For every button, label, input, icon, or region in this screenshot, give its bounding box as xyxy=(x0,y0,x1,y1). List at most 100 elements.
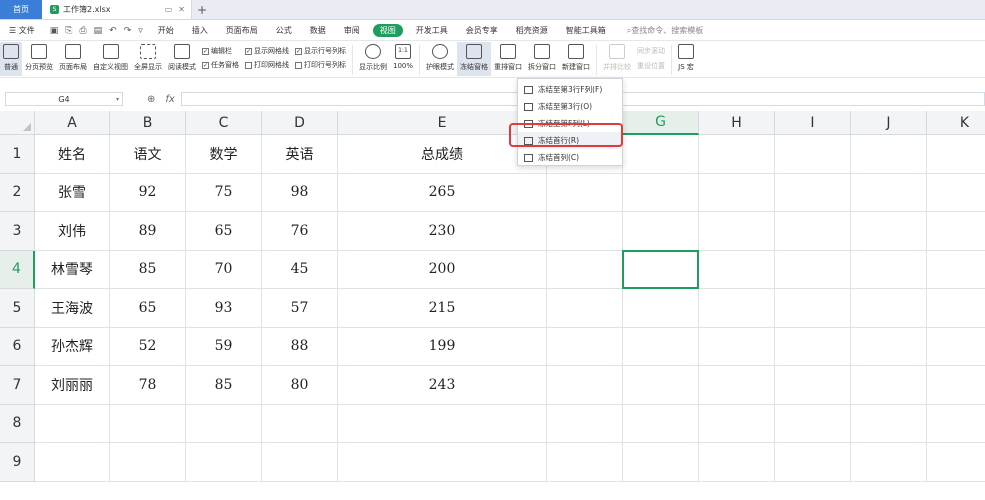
monitor-icon[interactable]: ▭ xyxy=(165,5,173,14)
row-header-6[interactable]: 6 xyxy=(0,327,35,366)
column-header-j[interactable]: J xyxy=(851,111,927,135)
save-icon[interactable]: ▣ xyxy=(50,26,59,36)
cell-k1[interactable] xyxy=(927,135,985,174)
cell-j6[interactable] xyxy=(851,327,927,366)
cell-d1[interactable]: 英语 xyxy=(262,135,338,174)
cell-j5[interactable] xyxy=(851,289,927,328)
cell-g8[interactable] xyxy=(623,404,699,443)
rearrange-windows-button[interactable]: 重排窗口 xyxy=(491,42,525,76)
zoom-button[interactable]: 显示比例 xyxy=(356,42,390,76)
cell-d2[interactable]: 98 xyxy=(262,173,338,212)
cell-f2[interactable] xyxy=(547,173,623,212)
page-layout-button[interactable]: 页面布局 xyxy=(56,42,90,76)
cell-b2[interactable]: 92 xyxy=(110,173,186,212)
tab-page-layout[interactable]: 页面布局 xyxy=(217,25,267,36)
cell-a6[interactable]: 孙杰辉 xyxy=(35,327,110,366)
cell-j7[interactable] xyxy=(851,366,927,405)
fx-icon[interactable]: fx xyxy=(165,94,174,105)
cell-b9[interactable] xyxy=(110,443,186,482)
column-header-g[interactable]: G xyxy=(623,111,699,135)
cell-j9[interactable] xyxy=(851,443,927,482)
cell-c9[interactable] xyxy=(186,443,262,482)
cell-d8[interactable] xyxy=(262,404,338,443)
cell-c7[interactable]: 85 xyxy=(186,366,262,405)
file-menu[interactable]: ☰ 文件 xyxy=(0,25,44,36)
export-icon[interactable]: ⎘ xyxy=(65,26,72,36)
cell-e8[interactable] xyxy=(338,404,547,443)
cell-h2[interactable] xyxy=(699,173,775,212)
column-header-i[interactable]: I xyxy=(775,111,851,135)
tab-start[interactable]: 开始 xyxy=(149,25,183,36)
row-header-2[interactable]: 2 xyxy=(0,173,35,212)
normal-view-button[interactable]: 普通 xyxy=(0,42,22,76)
cell-e4[interactable]: 200 xyxy=(338,250,547,289)
row-header-1[interactable]: 1 xyxy=(0,135,35,174)
cell-a5[interactable]: 王海波 xyxy=(35,289,110,328)
js-macro-button[interactable]: JS 宏 xyxy=(675,42,697,76)
check-show-gridlines[interactable]: ✓ 显示网格线 xyxy=(245,46,289,56)
cell-i7[interactable] xyxy=(775,366,851,405)
cell-a4[interactable]: 林雪琴 xyxy=(35,250,110,289)
new-window-button[interactable]: 新建窗口 xyxy=(559,42,593,76)
column-header-h[interactable]: H xyxy=(699,111,775,135)
cell-b4[interactable]: 85 xyxy=(110,250,186,289)
cell-g3[interactable] xyxy=(623,212,699,251)
column-header-k[interactable]: K xyxy=(927,111,985,135)
cell-e5[interactable]: 215 xyxy=(338,289,547,328)
sync-scroll-button[interactable]: 同步滚动 xyxy=(637,46,665,56)
column-header-c[interactable]: C xyxy=(186,111,262,135)
freeze-row3-item[interactable]: 冻结至第3行(O) xyxy=(518,98,622,115)
cell-c1[interactable]: 数学 xyxy=(186,135,262,174)
cell-i1[interactable] xyxy=(775,135,851,174)
cell-f8[interactable] xyxy=(547,404,623,443)
cell-e9[interactable] xyxy=(338,443,547,482)
cell-a7[interactable]: 刘丽丽 xyxy=(35,366,110,405)
cell-k8[interactable] xyxy=(927,405,985,443)
reset-position-button[interactable]: 重设位置 xyxy=(637,61,665,71)
cell-j3[interactable] xyxy=(851,212,927,251)
custom-view-button[interactable]: 自定义视图 xyxy=(90,42,131,76)
cell-a2[interactable]: 张雪 xyxy=(35,173,110,212)
tab-smart-tools[interactable]: 智能工具箱 xyxy=(557,25,615,36)
freeze-first-col-item[interactable]: 冻结首列(C) xyxy=(518,149,622,166)
cell-h1[interactable] xyxy=(699,135,775,174)
cell-g2[interactable] xyxy=(623,173,699,212)
cell-c2[interactable]: 75 xyxy=(186,173,262,212)
cell-f5[interactable] xyxy=(547,289,623,328)
tab-formula[interactable]: 公式 xyxy=(267,25,301,36)
column-header-d[interactable]: D xyxy=(262,111,338,135)
tab-data[interactable]: 数据 xyxy=(301,25,335,36)
more-icon[interactable]: ▿ xyxy=(138,26,143,36)
reading-mode-button[interactable]: 阅读模式 xyxy=(165,42,199,76)
cell-a9[interactable] xyxy=(35,443,110,482)
freeze-row3-colf-item[interactable]: 冻结至第3行F列(F) xyxy=(518,81,622,98)
cell-b8[interactable] xyxy=(110,404,186,443)
cell-i2[interactable] xyxy=(775,173,851,212)
cell-j2[interactable] xyxy=(851,173,927,212)
cell-a8[interactable] xyxy=(35,404,110,443)
check-print-headings[interactable]: 打印行号列标 xyxy=(295,60,346,70)
row-header-7[interactable]: 7 xyxy=(0,366,35,405)
cell-d4[interactable]: 45 xyxy=(262,250,338,289)
select-all-corner[interactable] xyxy=(0,111,35,135)
cell-c4[interactable]: 70 xyxy=(186,250,262,289)
row-header-5[interactable]: 5 xyxy=(0,289,35,328)
cell-c8[interactable] xyxy=(186,404,262,443)
name-box[interactable]: G4 ▾ xyxy=(5,92,123,106)
freeze-panes-button[interactable]: 冻结窗格 xyxy=(457,42,492,76)
tab-member[interactable]: 会员专享 xyxy=(457,25,507,36)
cell-j1[interactable] xyxy=(851,135,927,174)
cell-g1[interactable] xyxy=(623,135,699,174)
cell-h5[interactable] xyxy=(699,289,775,328)
cell-i4[interactable] xyxy=(775,250,851,289)
cell-f7[interactable] xyxy=(547,366,623,405)
cell-d6[interactable]: 88 xyxy=(262,327,338,366)
command-search[interactable]: ⌕查找命令、搜索模板 xyxy=(615,25,703,36)
print-icon[interactable]: ⎙ xyxy=(79,26,86,36)
cell-k3[interactable] xyxy=(927,212,985,251)
cell-f9[interactable] xyxy=(547,443,623,482)
cell-j8[interactable] xyxy=(851,404,927,443)
cell-j4[interactable] xyxy=(851,250,927,289)
cell-g7[interactable] xyxy=(623,366,699,405)
check-formula-bar[interactable]: ✓ 编辑栏 xyxy=(202,46,239,56)
